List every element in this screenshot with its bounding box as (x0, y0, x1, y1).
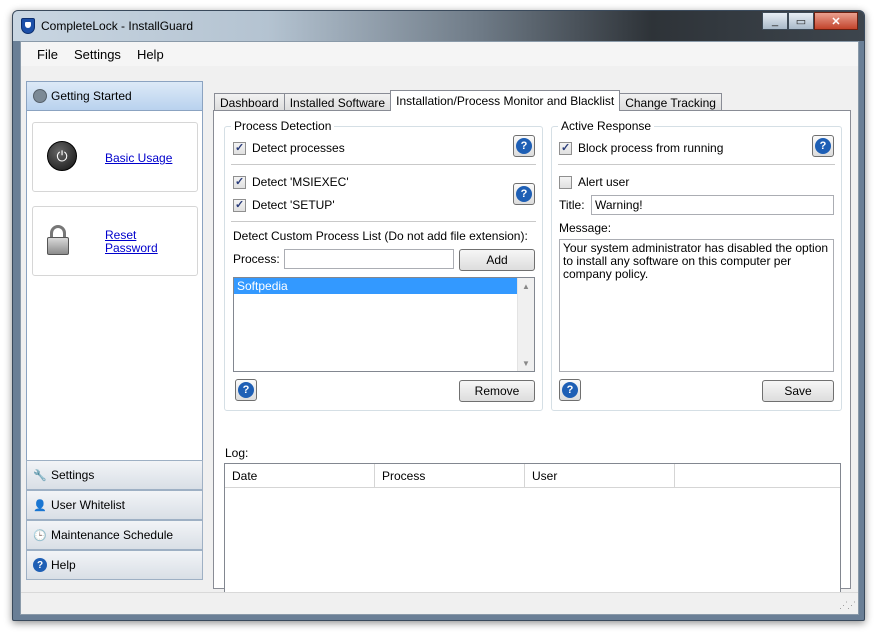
log-column-user[interactable]: User (525, 464, 675, 487)
help-icon: ? (516, 138, 532, 154)
tab-change-tracking[interactable]: Change Tracking (619, 93, 722, 111)
log-column-blank (675, 464, 825, 487)
block-process-checkbox[interactable] (559, 141, 572, 155)
help-icon: ? (238, 382, 254, 398)
alert-message-textarea[interactable]: Your system administrator has disabled t… (559, 239, 834, 372)
detect-setup-checkbox[interactable] (233, 198, 246, 212)
menu-bar: File Settings Help (21, 42, 858, 66)
sidebar-item-user-whitelist[interactable]: 👤 User Whitelist (26, 490, 203, 520)
sidebar-item-label: Help (51, 558, 76, 572)
alert-title-input[interactable] (591, 195, 834, 215)
block-process-label: Block process from running (578, 141, 724, 155)
sidebar-item-label: Settings (51, 468, 95, 482)
lock-icon (47, 225, 69, 257)
tab-process-monitor-blacklist[interactable]: Installation/Process Monitor and Blackli… (390, 90, 621, 111)
custom-list-label: Detect Custom Process List (Do not add f… (233, 229, 528, 243)
alert-user-checkbox[interactable] (559, 175, 572, 189)
detect-msiexec-row[interactable]: Detect 'MSIEXEC' (233, 175, 349, 189)
divider (558, 164, 835, 165)
shield-icon (21, 18, 35, 34)
detect-processes-help-button[interactable]: ? (513, 135, 535, 157)
list-scrollbar[interactable]: ▲ ▼ (517, 278, 534, 371)
divider (231, 221, 536, 222)
reset-password-link[interactable]: Reset Password (105, 229, 158, 255)
help-icon: ? (815, 138, 831, 154)
detect-installers-help-button[interactable]: ? (513, 183, 535, 205)
message-help-button[interactable]: ? (559, 379, 581, 401)
minimize-button[interactable]: _ (762, 12, 788, 30)
add-button[interactable]: Add (459, 249, 535, 271)
process-detection-group: Process Detection Detect processes ? Det… (224, 119, 543, 411)
custom-process-list[interactable]: Softpedia ▲ ▼ (233, 277, 535, 372)
power-icon: ⏻ (47, 141, 77, 171)
window-title: CompleteLock - InstallGuard (41, 19, 194, 33)
maximize-button[interactable]: ▭ (788, 12, 814, 30)
menu-settings[interactable]: Settings (66, 47, 129, 62)
sidebar-header-label: Getting Started (51, 89, 132, 103)
close-button[interactable]: ✕ (814, 12, 858, 30)
menu-help[interactable]: Help (129, 47, 172, 62)
detect-processes-checkbox[interactable] (233, 141, 246, 155)
basic-usage-card: ⏻ Basic Usage (32, 122, 198, 192)
detect-msiexec-label: Detect 'MSIEXEC' (252, 175, 349, 189)
help-icon: ? (516, 186, 532, 202)
tab-panel: Process Detection Detect processes ? Det… (213, 110, 851, 611)
detect-setup-row[interactable]: Detect 'SETUP' (233, 198, 335, 212)
alert-user-label: Alert user (578, 175, 630, 189)
sidebar-item-settings[interactable]: 🔧 Settings (26, 460, 203, 490)
log-column-process[interactable]: Process (375, 464, 525, 487)
tab-strip: Dashboard Installed Software Installatio… (214, 90, 722, 111)
app-window: CompleteLock - InstallGuard _ ▭ ✕ File S… (12, 10, 865, 621)
detect-msiexec-checkbox[interactable] (233, 175, 246, 189)
process-label: Process: (233, 252, 280, 266)
reset-password-card: Reset Password (32, 206, 198, 276)
sidebar-item-label: User Whitelist (51, 498, 126, 512)
client-area: File Settings Help Getting Started ⏻ Bas… (20, 41, 859, 615)
process-detection-title: Process Detection (231, 119, 335, 133)
block-process-help-button[interactable]: ? (812, 135, 834, 157)
sidebar-item-maintenance-schedule[interactable]: 🕒 Maintenance Schedule (26, 520, 203, 550)
basic-usage-link[interactable]: Basic Usage (105, 152, 172, 165)
menu-file[interactable]: File (29, 47, 66, 62)
message-label: Message: (559, 221, 612, 235)
scroll-down-icon[interactable]: ▼ (518, 355, 534, 371)
sidebar-header-getting-started[interactable]: Getting Started (27, 82, 202, 111)
tab-dashboard[interactable]: Dashboard (214, 93, 285, 111)
save-button[interactable]: Save (762, 380, 834, 402)
title-label: Title: (559, 198, 585, 212)
log-column-date[interactable]: Date (225, 464, 375, 487)
resize-grip-icon[interactable]: ⋰⋰ (839, 600, 856, 611)
tab-installed-software[interactable]: Installed Software (283, 93, 392, 111)
help-icon: ? (562, 382, 578, 398)
user-icon: 👤 (33, 499, 47, 512)
divider (231, 164, 536, 165)
log-label: Log: (225, 446, 249, 460)
sidebar-item-help[interactable]: ? Help (26, 550, 203, 580)
alert-user-row[interactable]: Alert user (559, 175, 629, 189)
scroll-up-icon[interactable]: ▲ (518, 278, 534, 294)
active-response-title: Active Response (558, 119, 655, 133)
remove-button[interactable]: Remove (459, 380, 535, 402)
custom-list-help-button[interactable]: ? (235, 379, 257, 401)
status-bar: ⋰⋰ (21, 592, 858, 614)
list-item[interactable]: Softpedia (234, 278, 517, 294)
clock-icon: 🕒 (33, 529, 47, 542)
log-grid[interactable]: Date Process User (224, 463, 841, 611)
help-icon: ? (33, 558, 47, 572)
wrench-icon: 🔧 (33, 469, 47, 482)
getting-started-icon (33, 89, 47, 103)
title-bar[interactable]: CompleteLock - InstallGuard _ ▭ ✕ (13, 11, 864, 41)
block-process-row[interactable]: Block process from running (559, 141, 723, 155)
log-header: Date Process User (225, 464, 840, 488)
detect-processes-row[interactable]: Detect processes (233, 141, 345, 155)
active-response-group: Active Response Block process from runni… (551, 119, 842, 411)
process-input[interactable] (284, 249, 454, 269)
detect-setup-label: Detect 'SETUP' (252, 198, 335, 212)
detect-processes-label: Detect processes (252, 141, 345, 155)
sidebar-item-label: Maintenance Schedule (51, 528, 174, 542)
